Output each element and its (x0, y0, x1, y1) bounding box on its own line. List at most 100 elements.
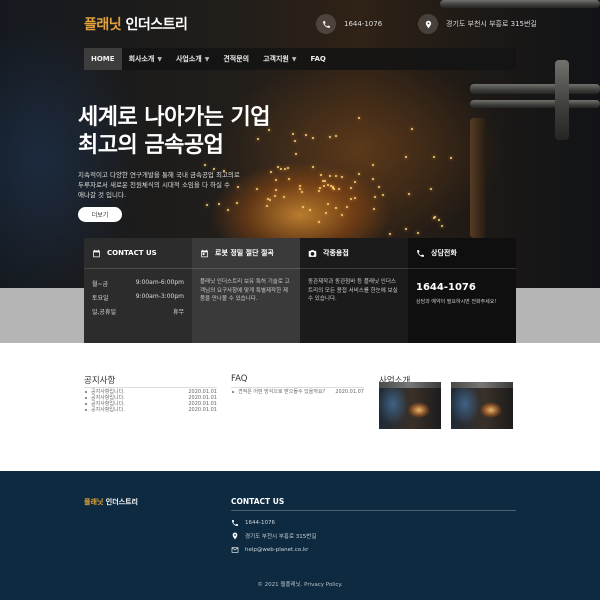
nav-item-business[interactable]: 사업소개 ▼ (169, 48, 216, 70)
nav-item-home[interactable]: HOME (84, 48, 122, 70)
spark-decor (266, 205, 268, 207)
spark-decor (327, 203, 329, 205)
hours-row: 일,공휴일 휴무 (92, 307, 184, 321)
footer-brand-rest: 인더스트리 (103, 498, 138, 506)
divider (231, 510, 516, 511)
spark-decor (302, 206, 304, 208)
hours-day: 일,공휴일 (92, 309, 116, 316)
header-phone-text: 1644-1076 (344, 20, 383, 28)
divider (231, 387, 364, 388)
faq-title[interactable]: FAQ (231, 374, 247, 384)
spark-decor (299, 188, 301, 190)
spark-decor (270, 171, 272, 173)
call-box[interactable]: 상담전화 1644-1076 상담과 예약이 필요하시면 전화주세요! (408, 238, 516, 343)
footer-contact-title: CONTACT US (231, 497, 285, 506)
hours-table: 월~금 9:00am-6:00pm 토요일 9:00am-3:00pm 일,공휴일 휴… (92, 279, 184, 321)
spark-decor (450, 157, 452, 159)
spark-decor (204, 164, 206, 166)
info-boxes: CONTACT US 월~금 9:00am-6:00pm 토요일 9:00am-3:… (84, 238, 516, 343)
hours-time: 9:00am-3:00pm (135, 293, 184, 300)
contact-box-header: CONTACT US (92, 247, 184, 259)
chevron-down-icon: ▼ (157, 55, 162, 63)
spark-decor (309, 209, 311, 211)
call-box-title: 상담전화 (431, 249, 457, 257)
footer-brand: 플래닛 인더스트리 (84, 497, 138, 507)
hours-row: 월~금 9:00am-6:00pm (92, 279, 184, 293)
spark-decor (305, 134, 307, 136)
header-phone: 1644-1076 (316, 14, 382, 34)
nav-label: FAQ (310, 55, 326, 63)
spark-decor (295, 153, 297, 155)
spark-decor (292, 133, 294, 135)
footer-brand-accent: 플래닛 (84, 498, 104, 506)
spark-decor (373, 208, 375, 210)
more-button[interactable]: 더보기 (78, 207, 122, 222)
footer-phone: 1644-1076 (231, 519, 275, 527)
spark-decor (324, 180, 326, 182)
footer-email-text[interactable]: help@web-planet.co.kr (245, 547, 308, 553)
main-nav: HOME 회사소개 ▼ 사업소개 ▼ 견적문의 고객지원 ▼ FAQ (84, 48, 516, 70)
list-item-date: 2020.01.01 (188, 407, 217, 413)
spark-decor (441, 225, 443, 227)
spark-decor (382, 194, 384, 196)
spark-decor (288, 178, 290, 180)
spark-decor (350, 187, 352, 189)
nav-item-faq[interactable]: FAQ (304, 48, 333, 70)
notice-title[interactable]: 공지사항 (84, 374, 115, 386)
spark-decor (274, 195, 276, 197)
spark-decor (322, 180, 324, 182)
spark-decor (275, 189, 277, 191)
brand-logo-rest: 인더스트리 (121, 17, 188, 33)
business-thumbnail[interactable] (379, 382, 441, 429)
call-box-header: 상담전화 (416, 247, 508, 259)
welding-box[interactable]: 각종용접 동관제작과 동관첨바 등 플래닛 인더스트리의 모든 용접 서비스를 … (300, 238, 408, 343)
spark-decor (320, 174, 322, 176)
call-box-phone[interactable]: 1644-1076 (416, 282, 508, 293)
location-pin-icon (418, 14, 438, 34)
divider (84, 268, 192, 269)
list-item[interactable]: 공지사항입니다. 2020.01.01 (84, 407, 217, 413)
phone-icon (316, 14, 336, 34)
footer-address-text: 경기도 부천시 부흥로 315번길 (245, 534, 317, 540)
spark-decor (346, 206, 348, 208)
spark-decor (341, 176, 343, 178)
spark-decor (277, 166, 279, 168)
copyright: © 2021 웹플래닛. Privacy Policy. (257, 582, 343, 588)
hero-description: 지속적이고 다양한 연구개발을 통해 국내 금속공업 최고의로 두루자로서 새로… (78, 170, 268, 200)
spark-decor (430, 188, 432, 190)
spark-decor (325, 212, 327, 214)
robot-cutting-box[interactable]: 로봇 정밀 절단 절곡 플래닛 인더스트리 보유 특허 기술로 고객님의 요구사… (192, 238, 300, 343)
business-thumbnail[interactable] (451, 382, 513, 429)
spark-decor (206, 204, 208, 206)
spark-decor (374, 196, 376, 198)
spark-decor (358, 117, 360, 119)
welding-box-header: 각종용접 (308, 247, 400, 259)
spark-decor (227, 209, 229, 211)
nav-item-company[interactable]: 회사소개 ▼ (122, 48, 169, 70)
spark-decor (405, 228, 407, 230)
brand-logo[interactable]: 플래닛 인더스트리 (84, 14, 188, 34)
spark-decor (330, 185, 332, 187)
header-address: 경기도 부천시 부흥로 315번길 (418, 14, 537, 34)
spark-decor (318, 221, 320, 223)
nav-label: 회사소개 (128, 55, 155, 63)
notice-list: 공지사항입니다. 2020.01.01 공지사항입니다. 2020.01.01 공지… (84, 389, 217, 413)
list-item-date: 2020.01.07 (335, 389, 364, 395)
divider (192, 268, 300, 269)
nav-item-quote[interactable]: 견적문의 (216, 48, 256, 70)
hero-title-line2: 최고의 금속공업 (78, 133, 224, 158)
spark-decor (350, 198, 352, 200)
nav-label: 견적문의 (223, 55, 250, 63)
spark-decor (438, 219, 440, 221)
spark-decor (338, 188, 340, 190)
spark-decor (378, 186, 380, 188)
list-item[interactable]: 견적은 어떤 방식으로 받으들수 있을까요? 2020.01.07 (231, 389, 364, 395)
spark-decor (372, 164, 374, 166)
phone-icon (232, 520, 238, 526)
nav-item-support[interactable]: 고객지원 ▼ (256, 48, 303, 70)
spark-decor (284, 168, 286, 170)
divider (408, 268, 516, 269)
spark-decor (236, 202, 238, 204)
brand-logo-accent: 플래닛 (84, 17, 122, 33)
thumbnail-decor (451, 382, 513, 388)
